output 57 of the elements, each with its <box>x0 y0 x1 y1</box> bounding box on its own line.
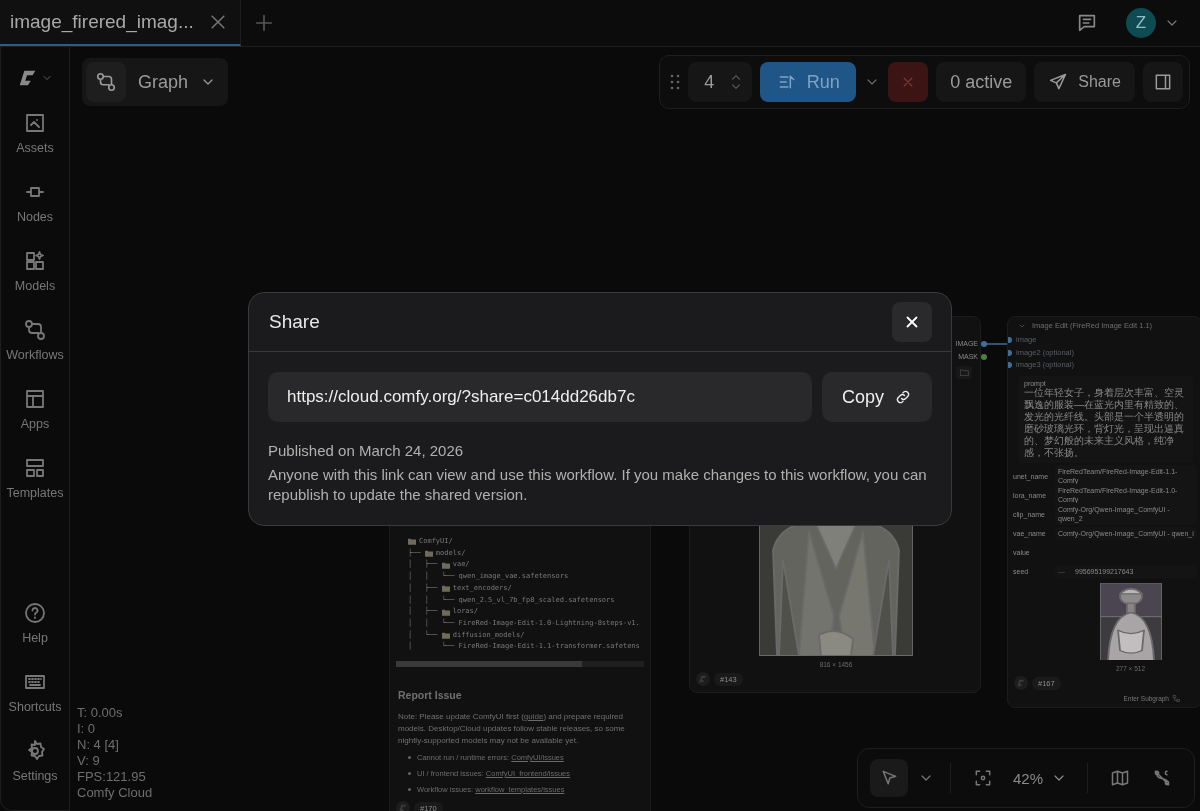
layout-icon[interactable] <box>23 387 47 411</box>
pointer-tool-button[interactable] <box>869 759 908 797</box>
graph-icon[interactable] <box>95 71 117 93</box>
run-button[interactable]: Run <box>760 62 857 102</box>
user-avatar[interactable]: Z <box>1126 8 1156 38</box>
stat-text: T: 0.00s <box>77 705 124 721</box>
bullet-icon <box>408 788 411 792</box>
output-port[interactable] <box>981 340 987 347</box>
models-icon[interactable] <box>23 249 47 273</box>
chat-icon[interactable] <box>1076 12 1098 34</box>
note-text: Note: Please update ComfyUI first (guide) and prepare required models. Desktop/Cloud updates follow stable releases, so some nightly-supported models may not be available yet. <box>398 711 626 748</box>
drag-handle-icon[interactable] <box>670 73 681 91</box>
scrollbar[interactable] <box>396 661 644 668</box>
graph-button[interactable]: Graph <box>82 58 229 106</box>
note-heading: Report Issue <box>398 689 463 702</box>
workflow-tab[interactable]: image_firered_imag... <box>0 0 241 46</box>
image-icon[interactable] <box>23 111 47 135</box>
stat-text: V: 9 <box>77 753 101 769</box>
input-port[interactable] <box>1008 362 1012 369</box>
share-button[interactable]: Share <box>1034 62 1135 102</box>
sidebar-panel-icon[interactable] <box>1153 72 1173 92</box>
map-icon[interactable] <box>1110 768 1130 788</box>
sidebar-item[interactable]: Workflows <box>6 314 64 383</box>
published-date: Published on March 24, 2026 <box>268 442 465 459</box>
logo-icon <box>1014 676 1028 690</box>
stat-text: N: 4 [4] <box>77 737 120 753</box>
sidebar-item[interactable]: Shortcuts <box>8 666 62 735</box>
bullet-icon <box>408 772 411 776</box>
stat-text: Comfy Cloud <box>77 785 153 801</box>
workflow-icon[interactable] <box>23 318 47 342</box>
link-icon[interactable] <box>894 388 912 406</box>
hide-links-icon[interactable] <box>1152 768 1172 788</box>
sidebar-item[interactable]: Nodes <box>16 176 54 245</box>
logo-icon <box>696 672 710 686</box>
copy-button[interactable]: Copy <box>822 372 932 422</box>
zoom-dropdown[interactable]: 42% <box>1008 769 1071 787</box>
input-port[interactable] <box>1008 337 1012 344</box>
help-icon[interactable] <box>23 601 47 625</box>
close-button[interactable] <box>892 302 932 342</box>
sidebar-item[interactable]: Templates <box>6 452 64 521</box>
stat-text: FPS:121.95 <box>77 769 147 785</box>
share-link-field[interactable]: https://cloud.comfy.org/?share=c014dd26db7c <box>268 372 812 422</box>
sidebar-item[interactable]: Help <box>22 597 48 666</box>
send-icon[interactable] <box>1048 72 1069 92</box>
sidebar-item[interactable]: Assets <box>16 107 54 176</box>
input-port[interactable] <box>1008 349 1012 356</box>
panel-toggle-button[interactable] <box>1143 62 1183 102</box>
templates-icon[interactable] <box>23 456 47 480</box>
dialog-description: Anyone with this link can view and use this workflow. If you make changes to this workflow, you can republish to update the shared version. <box>268 465 928 505</box>
stat-text: I: 0 <box>77 721 97 737</box>
queue-button[interactable]: 0 active <box>936 62 1027 102</box>
sidebar-item[interactable]: Settings <box>12 735 58 804</box>
dialog-title: Share <box>269 311 320 333</box>
output-port[interactable] <box>981 353 987 360</box>
bullet-icon <box>408 756 411 760</box>
sidebar-item[interactable]: Models <box>14 245 56 314</box>
sidebar-item[interactable]: Apps <box>20 383 50 452</box>
